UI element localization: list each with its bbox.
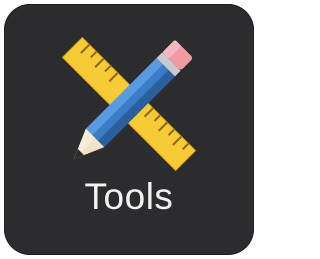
app-label: Tools — [84, 176, 174, 217]
ruler-pencil-icon — [4, 4, 254, 179]
tools-app-tile[interactable]: Tools — [4, 4, 254, 255]
